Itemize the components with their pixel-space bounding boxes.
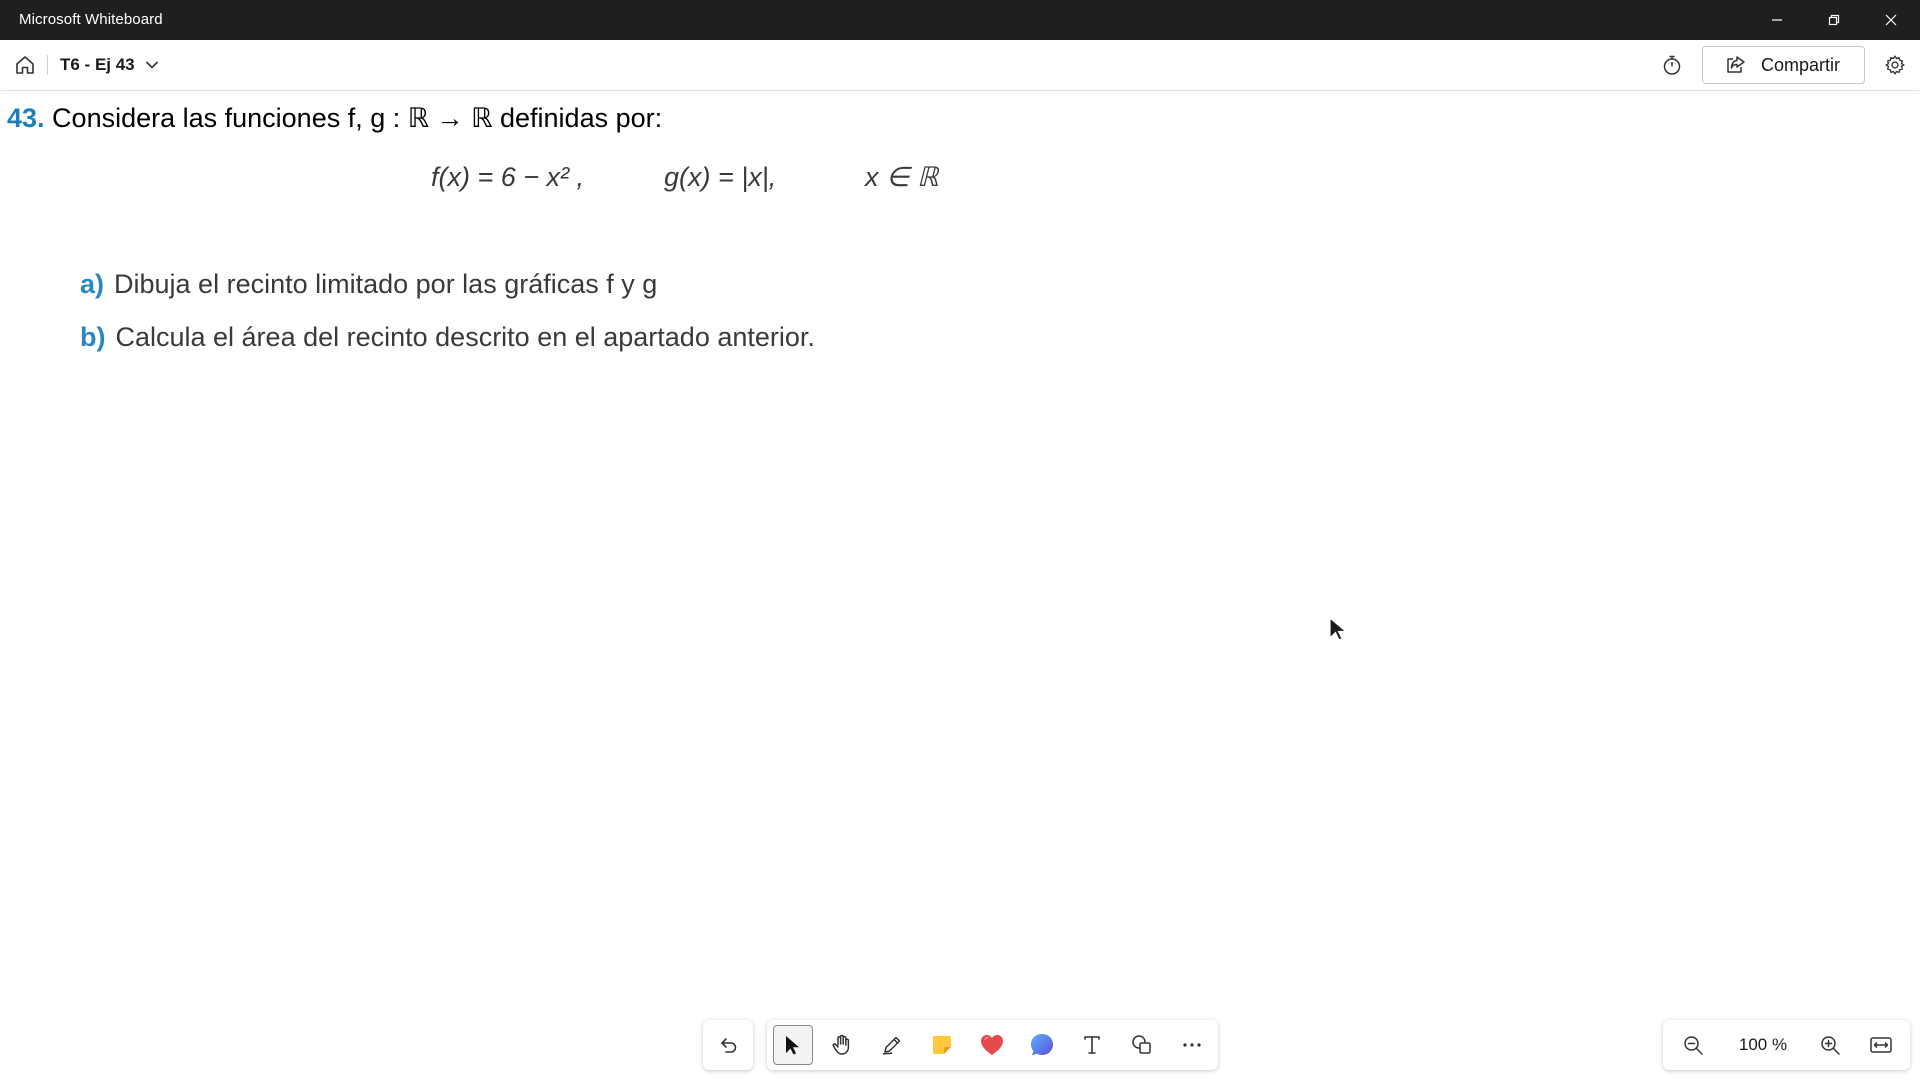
problem-number: 43. [7,103,45,133]
text-icon [1084,1036,1100,1054]
share-label: Compartir [1761,54,1841,75]
zoom-controls: 100 % [1663,1020,1910,1070]
close-icon [1885,14,1897,26]
pen-icon [882,1036,901,1055]
minimize-icon [1772,19,1782,21]
hand-icon [832,1034,850,1055]
more-button[interactable] [1172,1025,1212,1065]
whiteboard-canvas[interactable]: 43. Considera las funciones f, g : ℝ → ℝ… [0,91,1920,1080]
hand-tool[interactable] [822,1025,862,1065]
problem-statement: 43. Considera las funciones f, g : ℝ → ℝ… [7,103,662,134]
reaction-tool[interactable] [972,1025,1012,1065]
zoom-level[interactable]: 100 % [1723,1035,1803,1055]
gear-icon [1885,55,1905,75]
zoom-out-button[interactable] [1673,1025,1713,1065]
share-icon [1727,56,1745,73]
part-b: b) Calcula el área del recinto descrito e… [80,322,815,353]
close-button[interactable] [1863,0,1919,40]
home-button[interactable] [10,50,40,80]
undo-button[interactable] [703,1020,753,1070]
part-a-text: Dibuja el recinto limitado por las gráfi… [114,269,658,299]
zoom-in-icon [1821,1036,1840,1055]
part-b-label: b) [80,322,106,352]
more-icon [1183,1043,1201,1047]
home-icon [16,56,34,74]
tools-toolbar [767,1020,1218,1070]
part-a-label: a) [80,269,105,299]
select-tool[interactable] [773,1025,813,1065]
app-header: T6 - Ej 43 Compartir [0,40,1920,90]
fit-screen-icon [1870,1037,1892,1053]
shapes-tool[interactable] [1122,1025,1162,1065]
sticky-note-tool[interactable] [922,1025,962,1065]
heart-reaction-icon [981,1035,1003,1055]
comment-tool[interactable] [1022,1025,1062,1065]
board-title: T6 - Ej 43 [60,55,135,74]
settings-button[interactable] [1880,50,1910,80]
select-icon [786,1036,799,1055]
zoom-out-icon [1684,1036,1703,1055]
shapes-icon [1132,1035,1151,1054]
equation-domain: x ∈ ℝ [865,162,939,192]
chevron-down-icon [145,61,158,69]
sticky-note-icon [933,1036,951,1054]
mouse-pointer-icon [1329,616,1348,641]
zoom-in-button[interactable] [1810,1025,1850,1065]
restore-button[interactable] [1806,0,1862,40]
problem-text: Considera las funciones f, g : ℝ → ℝ def… [44,103,663,133]
equation-f: f(x) = 6 − x² , [431,162,585,192]
timer-icon [1663,55,1681,75]
app-title: Microsoft Whiteboard [19,11,163,28]
header-divider [47,55,48,75]
timer-button[interactable] [1657,50,1687,80]
share-button[interactable]: Compartir [1702,46,1865,84]
restore-icon [1828,14,1840,26]
part-b-text: Calcula el área del recinto descrito en … [115,322,815,352]
undo-icon [720,1038,737,1053]
title-bar: Microsoft Whiteboard [0,0,1920,40]
fit-to-screen-button[interactable] [1861,1025,1901,1065]
part-a: a) Dibuja el recinto limitado por las grá… [80,269,657,300]
equation-g: g(x) = |x|, [664,162,777,192]
pen-tool[interactable] [872,1025,912,1065]
chat-bubble-icon [1031,1034,1053,1056]
text-tool[interactable] [1072,1025,1112,1065]
board-title-dropdown[interactable]: T6 - Ej 43 [60,55,159,75]
minimize-button[interactable] [1749,0,1805,40]
